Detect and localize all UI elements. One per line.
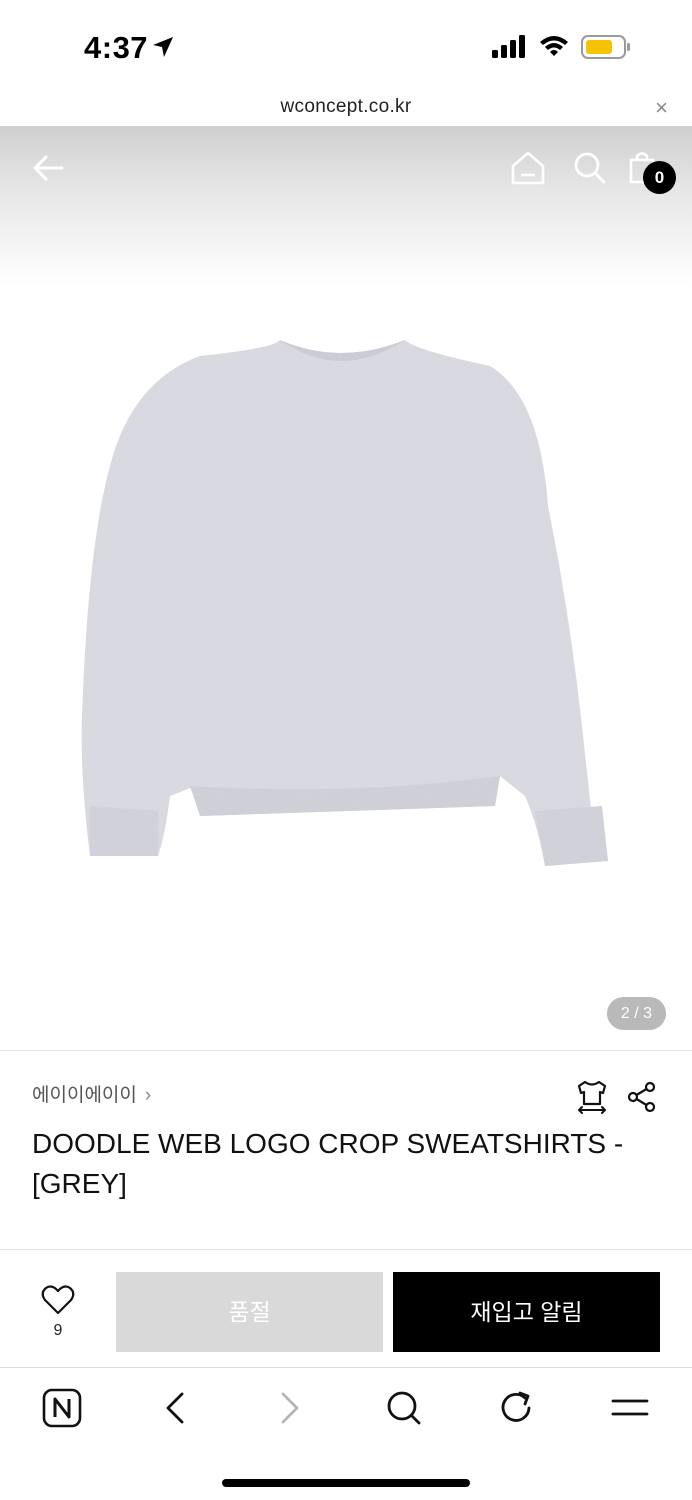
divider bbox=[0, 1050, 692, 1051]
url-bar[interactable]: wconcept.co.kr × bbox=[0, 90, 692, 126]
soldout-button[interactable]: 품절 bbox=[116, 1272, 383, 1352]
back-arrow-icon[interactable] bbox=[30, 150, 66, 191]
search-icon[interactable] bbox=[572, 150, 608, 191]
browser-forward-icon[interactable] bbox=[275, 1388, 305, 1433]
close-icon[interactable]: × bbox=[655, 95, 668, 121]
heart-icon[interactable] bbox=[38, 1285, 78, 1320]
brand-name[interactable]: 에이이에이이 bbox=[32, 1085, 137, 1106]
refresh-icon[interactable] bbox=[498, 1388, 536, 1433]
size-guide-icon[interactable] bbox=[575, 1078, 609, 1119]
home-icon[interactable] bbox=[508, 148, 548, 193]
home-indicator bbox=[222, 1479, 470, 1487]
browser-search-icon[interactable] bbox=[385, 1388, 423, 1433]
battery-icon bbox=[581, 34, 631, 65]
gallery-page-indicator: 2 / 3 bbox=[607, 997, 666, 1030]
status-time: 4:37 bbox=[84, 30, 149, 65]
status-bar: 4:37 bbox=[0, 0, 692, 90]
divider bbox=[0, 1249, 692, 1250]
like-count: 9 bbox=[53, 1322, 63, 1339]
browser-back-icon[interactable] bbox=[160, 1388, 190, 1433]
product-image-gallery[interactable]: 0 2 / 3 bbox=[0, 126, 692, 1050]
signal-icon bbox=[492, 35, 528, 64]
product-title: DOODLE WEB LOGO CROP SWEATSHIRTS - [GREY… bbox=[32, 1128, 624, 1199]
share-icon[interactable] bbox=[626, 1081, 658, 1118]
menu-icon[interactable] bbox=[610, 1388, 650, 1433]
brand-link[interactable]: 에이이에이이 › bbox=[32, 1080, 151, 1107]
restock-alert-button[interactable]: 재입고 알림 bbox=[393, 1272, 660, 1352]
wifi-icon bbox=[538, 33, 570, 64]
chevron-right-icon: › bbox=[144, 1085, 152, 1106]
location-arrow-icon bbox=[150, 34, 176, 65]
url-domain[interactable]: wconcept.co.kr bbox=[0, 96, 692, 118]
naver-n-icon[interactable] bbox=[42, 1388, 82, 1433]
cart-count-badge[interactable]: 0 bbox=[643, 161, 676, 194]
product-photo-sweatshirt bbox=[70, 326, 620, 891]
